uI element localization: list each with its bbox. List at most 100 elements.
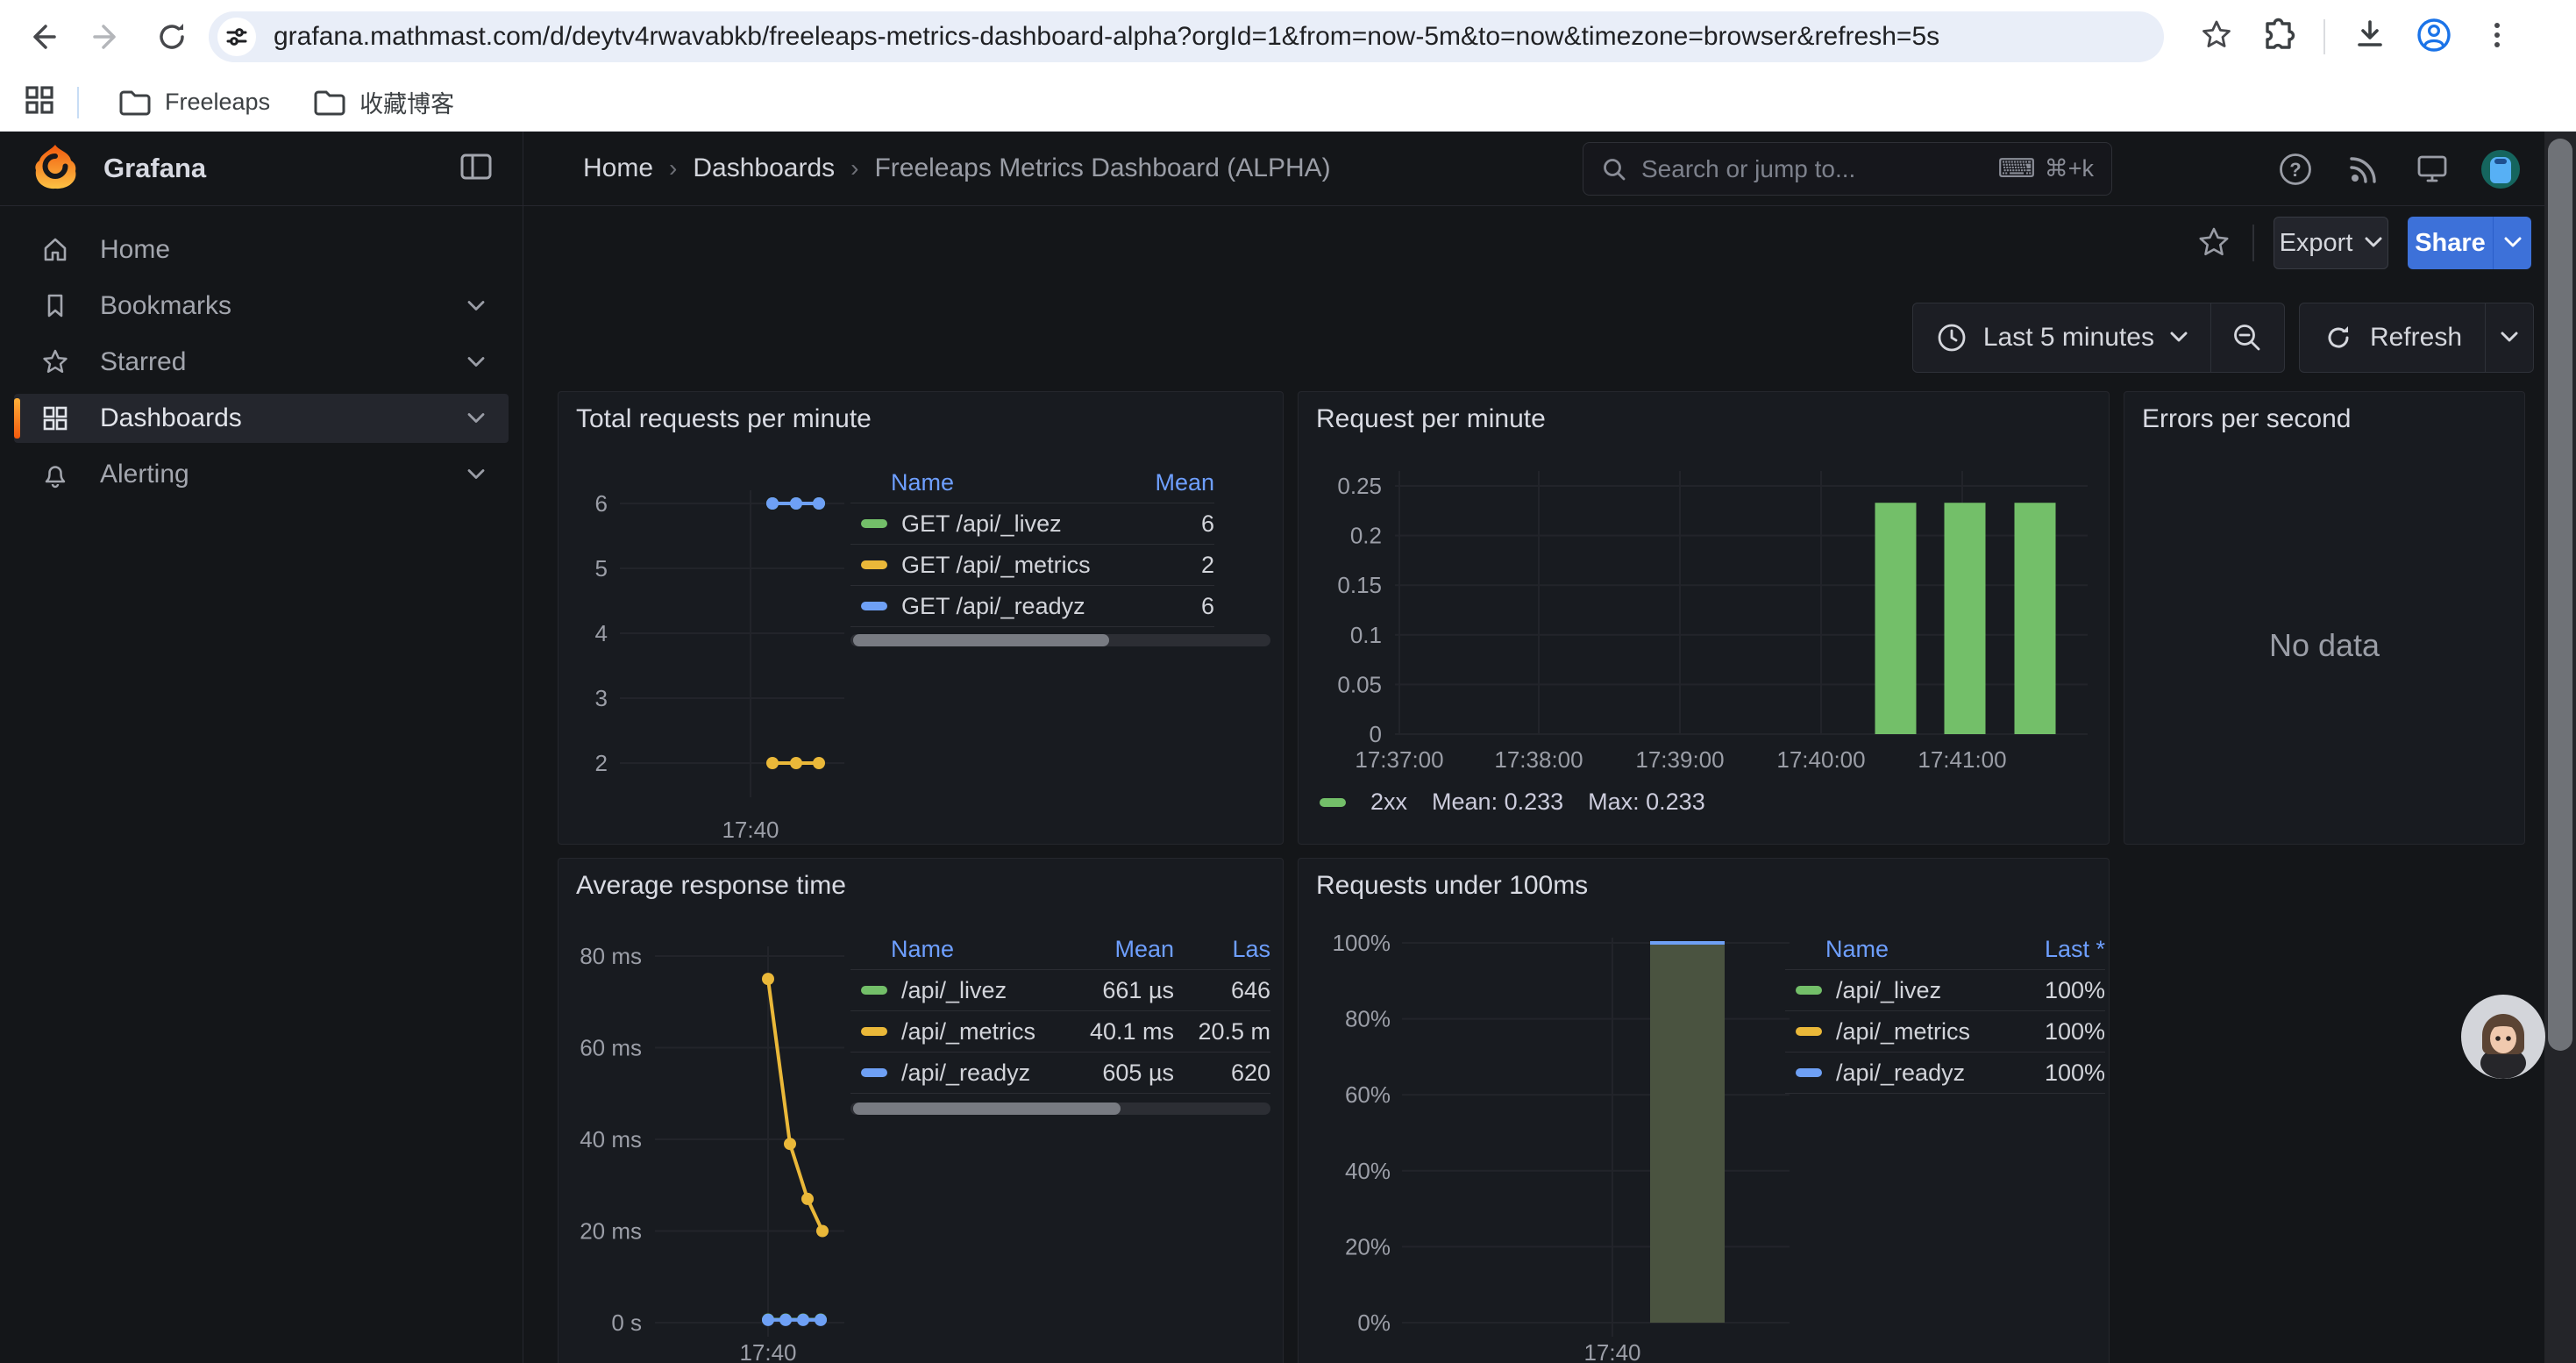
floating-assistant-avatar[interactable] (2461, 995, 2545, 1079)
bookmark-folder-blogs[interactable]: 收藏博客 (298, 78, 470, 126)
svg-text:6: 6 (595, 490, 608, 517)
legend-row[interactable]: /api/_metrics100% (1785, 1011, 2105, 1053)
svg-text:60%: 60% (1345, 1081, 1391, 1108)
svg-text:17:39:00: 17:39:00 (1635, 746, 1724, 773)
browser-toolbar: grafana.mathmast.com/d/deytv4rwavabkb/fr… (0, 0, 2576, 74)
chevron-down-icon (2365, 237, 2382, 249)
extensions-icon[interactable] (2260, 17, 2297, 58)
sidebar-item-dashboards[interactable]: Dashboards (14, 394, 509, 443)
legend-text: Mean: 0.233 (1432, 789, 1563, 816)
breadcrumb-dashboards[interactable]: Dashboards (693, 153, 835, 183)
legend-row[interactable]: /api/_livez100% (1785, 970, 2105, 1011)
actions-divider (2252, 225, 2254, 261)
panel-requests-under-100ms: Requests under 100ms 100%80%60%40%20%0%1… (1298, 858, 2110, 1363)
folder-icon (314, 89, 345, 116)
breadcrumb-separator: › (850, 154, 858, 182)
back-icon[interactable] (18, 12, 67, 61)
panel-title[interactable]: Request per minute (1316, 404, 1546, 434)
brand-title: Grafana (103, 153, 459, 184)
panel-title[interactable]: Total requests per minute (576, 404, 872, 434)
bookmark-folder-freeleaps[interactable]: Freeleaps (103, 82, 286, 123)
search-shortcut: ⌨ ⌘+k (1997, 155, 2094, 182)
legend-row[interactable]: /api/_readyz100% (1785, 1053, 2105, 1094)
monitor-icon[interactable] (2413, 150, 2451, 189)
panel-title[interactable]: Average response time (576, 871, 846, 901)
panel-title[interactable]: Errors per second (2142, 404, 2351, 434)
legend-scrollbar[interactable] (850, 1103, 1270, 1115)
sidebar-item-home[interactable]: Home (14, 225, 509, 275)
clock-icon (1936, 322, 1968, 353)
sidebar-item-starred[interactable]: Starred (14, 338, 509, 387)
page-scrollbar[interactable] (2544, 132, 2576, 1363)
breadcrumb-current: Freeleaps Metrics Dashboard (ALPHA) (874, 153, 1330, 183)
news-rss-icon[interactable] (2345, 150, 2383, 189)
help-icon[interactable]: ? (2276, 150, 2315, 189)
panel-legend[interactable]: 2xxMean: 0.233Max: 0.233 (1320, 789, 1705, 816)
site-info-icon[interactable] (217, 18, 256, 56)
zoom-out-button[interactable] (2210, 303, 2284, 372)
svg-text:17:38:00: 17:38:00 (1494, 746, 1583, 773)
share-button[interactable]: Share (2408, 217, 2493, 269)
export-button[interactable]: Export (2274, 217, 2388, 269)
browser-menu-icon[interactable] (2480, 18, 2515, 57)
search-input[interactable] (1641, 155, 1997, 183)
download-icon[interactable] (2352, 17, 2388, 58)
bookmark-star-icon[interactable] (2199, 18, 2234, 57)
svg-text:17:40: 17:40 (1583, 1339, 1640, 1363)
legend-row[interactable]: /api/_livez661 µs646 (850, 970, 1270, 1011)
refresh-interval-caret[interactable] (2485, 303, 2533, 372)
panel-title[interactable]: Requests under 100ms (1316, 871, 1588, 901)
legend-row[interactable]: /api/_metrics40.1 ms20.5 m (850, 1011, 1270, 1053)
page: grafana.mathmast.com/d/deytv4rwavabkb/fr… (0, 0, 2576, 1363)
refresh-group: Refresh (2299, 303, 2534, 373)
scrollbar-thumb[interactable] (2548, 139, 2572, 1051)
url-bar[interactable]: grafana.mathmast.com/d/deytv4rwavabkb/fr… (209, 11, 2164, 62)
svg-text:0.25: 0.25 (1337, 473, 1382, 499)
panel-errors-per-second: Errors per second No data (2124, 391, 2525, 845)
share-caret-button[interactable] (2493, 217, 2531, 269)
bookmark-label: 收藏博客 (359, 85, 454, 119)
collapse-sidebar-icon[interactable] (459, 152, 493, 186)
search-box[interactable]: ⌨ ⌘+k (1583, 142, 2112, 196)
profile-icon[interactable] (2415, 16, 2453, 59)
panel-request-per-minute: Request per minute 0.250.20.150.10.05017… (1298, 391, 2110, 845)
legend-dash (1320, 798, 1346, 807)
svg-text:40 ms: 40 ms (580, 1126, 642, 1152)
time-range-button[interactable]: Last 5 minutes (1913, 303, 2210, 372)
bookmarks-bar: Freeleaps 收藏博客 (0, 74, 2576, 132)
url-text: grafana.mathmast.com/d/deytv4rwavabkb/fr… (274, 22, 1939, 52)
legend-row[interactable]: GET /api/_readyz6 (850, 586, 1214, 627)
sidebar-item-label: Starred (100, 347, 466, 377)
refresh-button[interactable]: Refresh (2300, 303, 2485, 372)
sidebar-header: Grafana (0, 132, 523, 206)
sidebar-item-alerting[interactable]: Alerting (14, 450, 509, 499)
legend-row[interactable]: /api/_readyz605 µs620 (850, 1053, 1270, 1094)
toolbar-divider (2323, 19, 2325, 54)
legend-row[interactable]: GET /api/_livez6 (850, 503, 1214, 545)
zoom-out-icon (2231, 321, 2264, 354)
svg-text:0 s: 0 s (611, 1309, 642, 1336)
svg-text:0.2: 0.2 (1350, 523, 1382, 549)
svg-text:80%: 80% (1345, 1006, 1391, 1032)
favorite-star-icon[interactable] (2195, 224, 2233, 262)
panel-legend: NameMeanGET /api/_livez6GET /api/_metric… (850, 462, 1214, 627)
chevron-down-icon (466, 412, 486, 425)
reload-icon[interactable] (147, 12, 196, 61)
forward-icon[interactable] (82, 12, 132, 61)
sidebar-item-bookmarks[interactable]: Bookmarks (14, 282, 509, 331)
no-data-message: No data (2124, 627, 2524, 664)
user-avatar[interactable] (2481, 150, 2520, 189)
home-icon (40, 235, 70, 265)
legend-row[interactable]: GET /api/_metrics2 (850, 545, 1214, 586)
svg-text:80 ms: 80 ms (580, 943, 642, 969)
svg-text:17:40: 17:40 (722, 817, 779, 843)
grafana-logo[interactable] (32, 143, 79, 195)
legend-scrollbar[interactable] (850, 634, 1270, 646)
apps-grid-icon[interactable] (23, 83, 56, 121)
svg-text:0.05: 0.05 (1337, 671, 1382, 697)
sidebar: Grafana Home Bookmarks Starred Dashboards Al… (0, 132, 523, 1363)
svg-text:5: 5 (595, 555, 608, 582)
star-icon (40, 347, 70, 377)
bookmarks-divider (77, 87, 79, 118)
breadcrumb-home[interactable]: Home (583, 153, 653, 183)
